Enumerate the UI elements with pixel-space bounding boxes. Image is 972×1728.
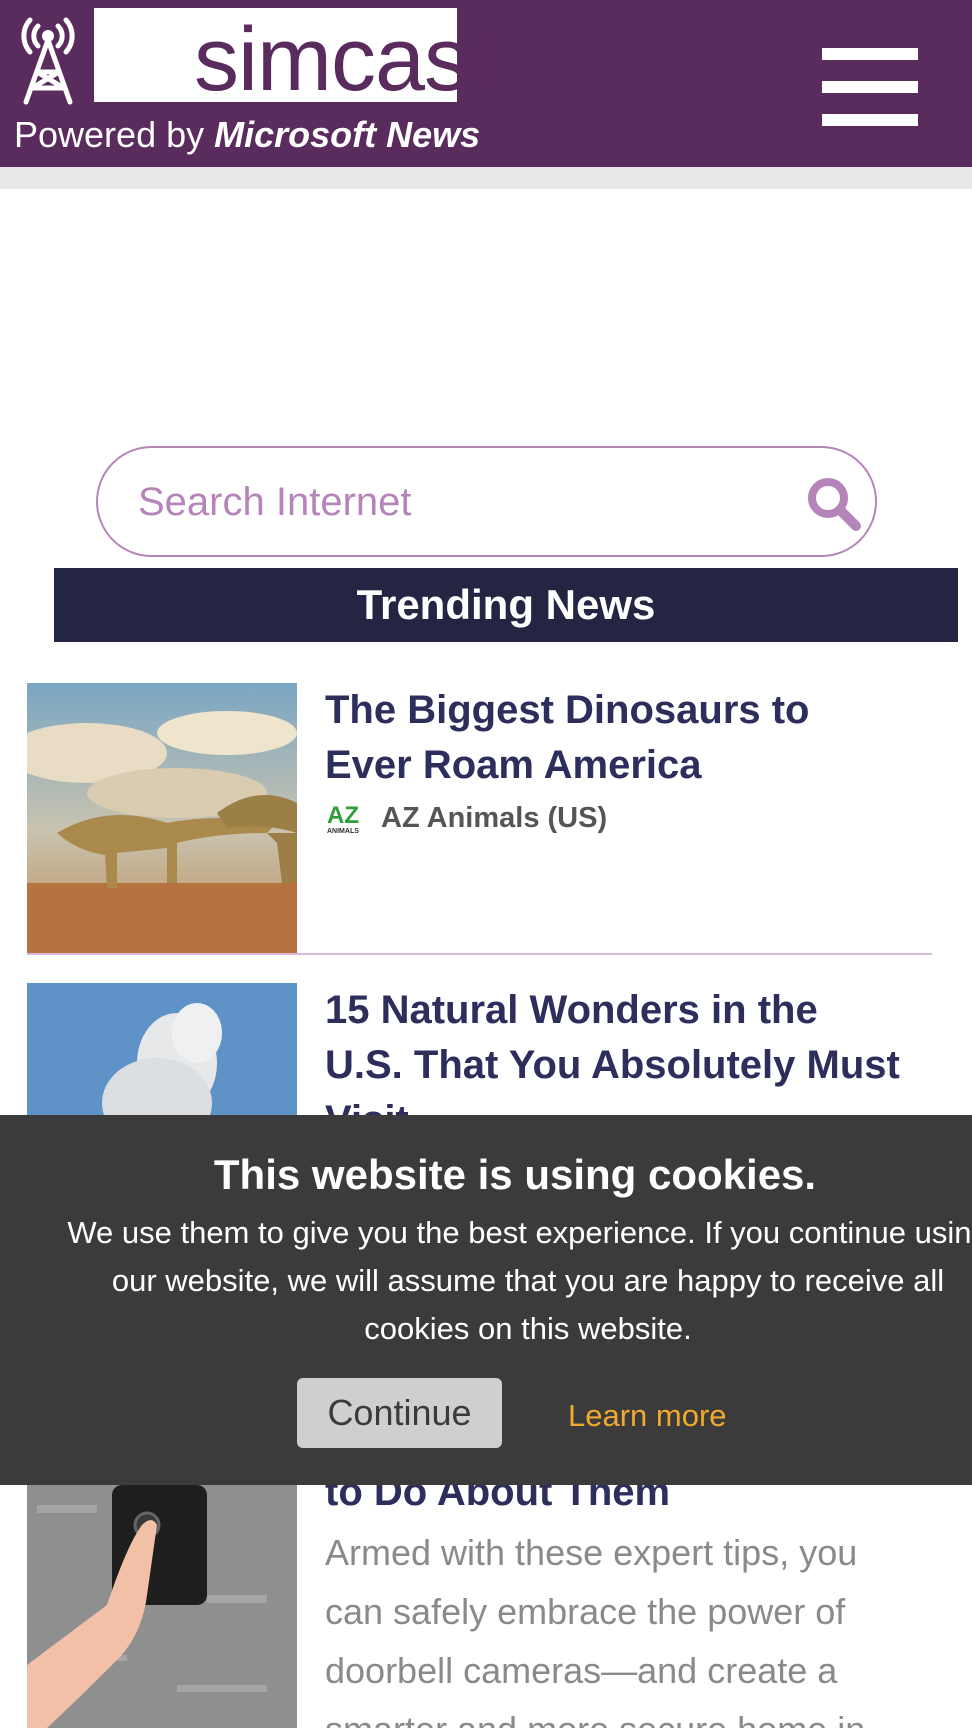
- trending-news-heading: Trending News: [54, 568, 958, 642]
- svg-text:ANIMALS: ANIMALS: [327, 828, 359, 835]
- antenna-tower-icon: [21, 17, 75, 105]
- article-thumbnail[interactable]: [27, 683, 297, 953]
- card-divider: [27, 953, 932, 955]
- header-divider: [0, 167, 972, 189]
- article-source[interactable]: AZ ANIMALS AZ Animals (US): [325, 801, 608, 836]
- powered-prefix: Powered by: [14, 114, 205, 155]
- article-description: Armed with these expert tips, you can sa…: [325, 1532, 865, 1728]
- brand-box: simcast: [94, 8, 493, 110]
- learn-more-link[interactable]: Learn more: [568, 1398, 727, 1434]
- article-thumbnail[interactable]: [27, 1485, 297, 1728]
- article-headline[interactable]: The Biggest Dinosaurs to Ever Roam Ameri…: [325, 683, 905, 793]
- search-input[interactable]: [138, 476, 758, 528]
- hamburger-icon[interactable]: [822, 48, 918, 126]
- cookie-message-line: our website, we will assume that you are…: [111, 1263, 945, 1298]
- cookie-title: This website is using cookies.: [213, 1151, 817, 1198]
- az-animals-logo: AZ ANIMALS: [327, 802, 359, 835]
- news-card[interactable]: to Do About Them Armed with these expert…: [27, 1455, 932, 1728]
- site-logo[interactable]: simcast Powered by Microsoft News: [0, 0, 493, 167]
- site-header: simcast Powered by Microsoft News: [0, 0, 972, 167]
- cookie-message: We use them to give you the best experie…: [28, 1209, 972, 1353]
- news-card[interactable]: The Biggest Dinosaurs to Ever Roam Ameri…: [27, 683, 932, 955]
- powered-by: Powered by Microsoft News: [14, 114, 480, 156]
- cookie-message-line: We use them to give you the best experie…: [67, 1215, 972, 1250]
- continue-button[interactable]: Continue: [297, 1378, 502, 1448]
- powered-brand: Microsoft News: [214, 114, 481, 155]
- brand-name: simcast: [194, 10, 493, 110]
- source-name: AZ Animals (US): [381, 801, 608, 834]
- cookie-message-line: cookies on this website.: [364, 1311, 692, 1346]
- svg-text:AZ: AZ: [327, 802, 359, 829]
- search-box: [96, 446, 877, 557]
- cookie-banner: This website is using cookies. We use th…: [0, 1115, 972, 1485]
- search-icon[interactable]: [804, 474, 864, 534]
